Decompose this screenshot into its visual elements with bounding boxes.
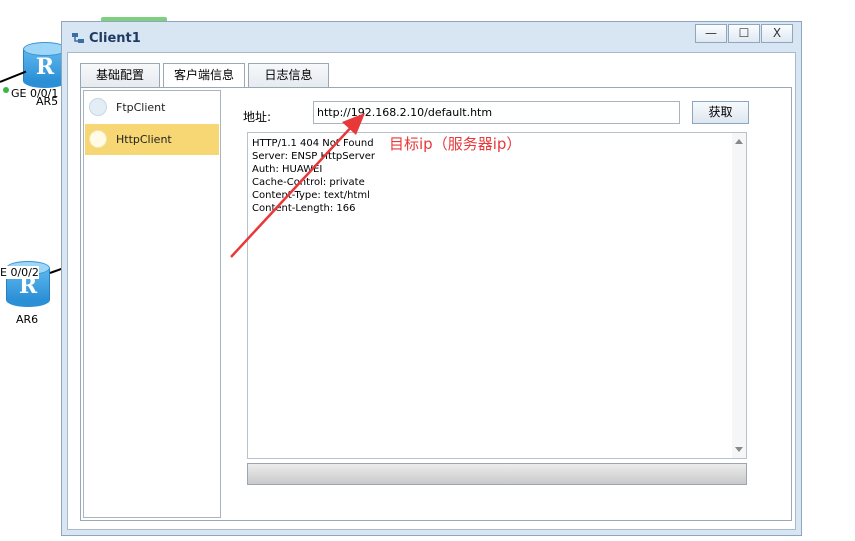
link-line-ar6 [49,267,62,274]
vertical-scrollbar[interactable] [732,133,746,458]
response-line: Content-Type: text/html [252,190,370,201]
response-line: HTTP/1.1 404 Not Found [252,138,374,149]
title-bar[interactable]: Client1 — ☐ X [62,22,801,52]
close-button[interactable]: X [761,24,793,43]
response-line: Server: ENSP HttpServer [252,151,376,162]
response-line: Cache-Control: private [252,177,365,188]
window-title: Client1 [89,31,141,46]
router-label-ar6: AR6 [16,313,39,326]
list-item-ftpclient[interactable]: FtpClient [85,92,219,123]
client-type-list: FtpClient HttpClient [83,90,221,518]
annotation-text: 目标ip（服务器ip） [389,135,522,153]
ftpclient-icon [89,98,107,116]
tab-log-info[interactable]: 日志信息 [248,63,329,87]
httpclient-icon [89,130,107,148]
router-label-ar5: AR5 [36,95,59,108]
response-textarea[interactable]: HTTP/1.1 404 Not Found Server: ENSP Http… [247,132,747,459]
tab-basic-config[interactable]: 基础配置 [80,63,160,87]
window-client-area: 基础配置 客户端信息 日志信息 FtpClient HttpClient 地址:… [67,52,796,530]
minimize-button[interactable]: — [695,24,727,43]
address-input[interactable] [313,101,680,124]
scroll-down-arrow-icon[interactable] [735,447,743,452]
list-item-httpclient[interactable]: HttpClient [85,124,219,155]
response-line: Content-Length: 166 [252,203,356,214]
fetch-button[interactable]: 获取 [692,101,749,124]
list-item-label: FtpClient [116,101,166,114]
response-line: Auth: HUAWEI [252,164,323,175]
scroll-up-arrow-icon[interactable] [735,139,743,144]
port-label-ar6: E 0/0/2 [0,266,39,279]
address-label: 地址: [243,110,272,124]
maximize-button[interactable]: ☐ [728,24,760,43]
progress-bar [247,463,747,485]
list-item-label: HttpClient [116,133,172,146]
port-status-dot [3,87,9,93]
tab-client-info[interactable]: 客户端信息 [163,63,245,88]
client-window: Client1 — ☐ X 基础配置 客户端信息 日志信息 FtpClient … [61,21,802,536]
client-app-icon [72,33,84,43]
